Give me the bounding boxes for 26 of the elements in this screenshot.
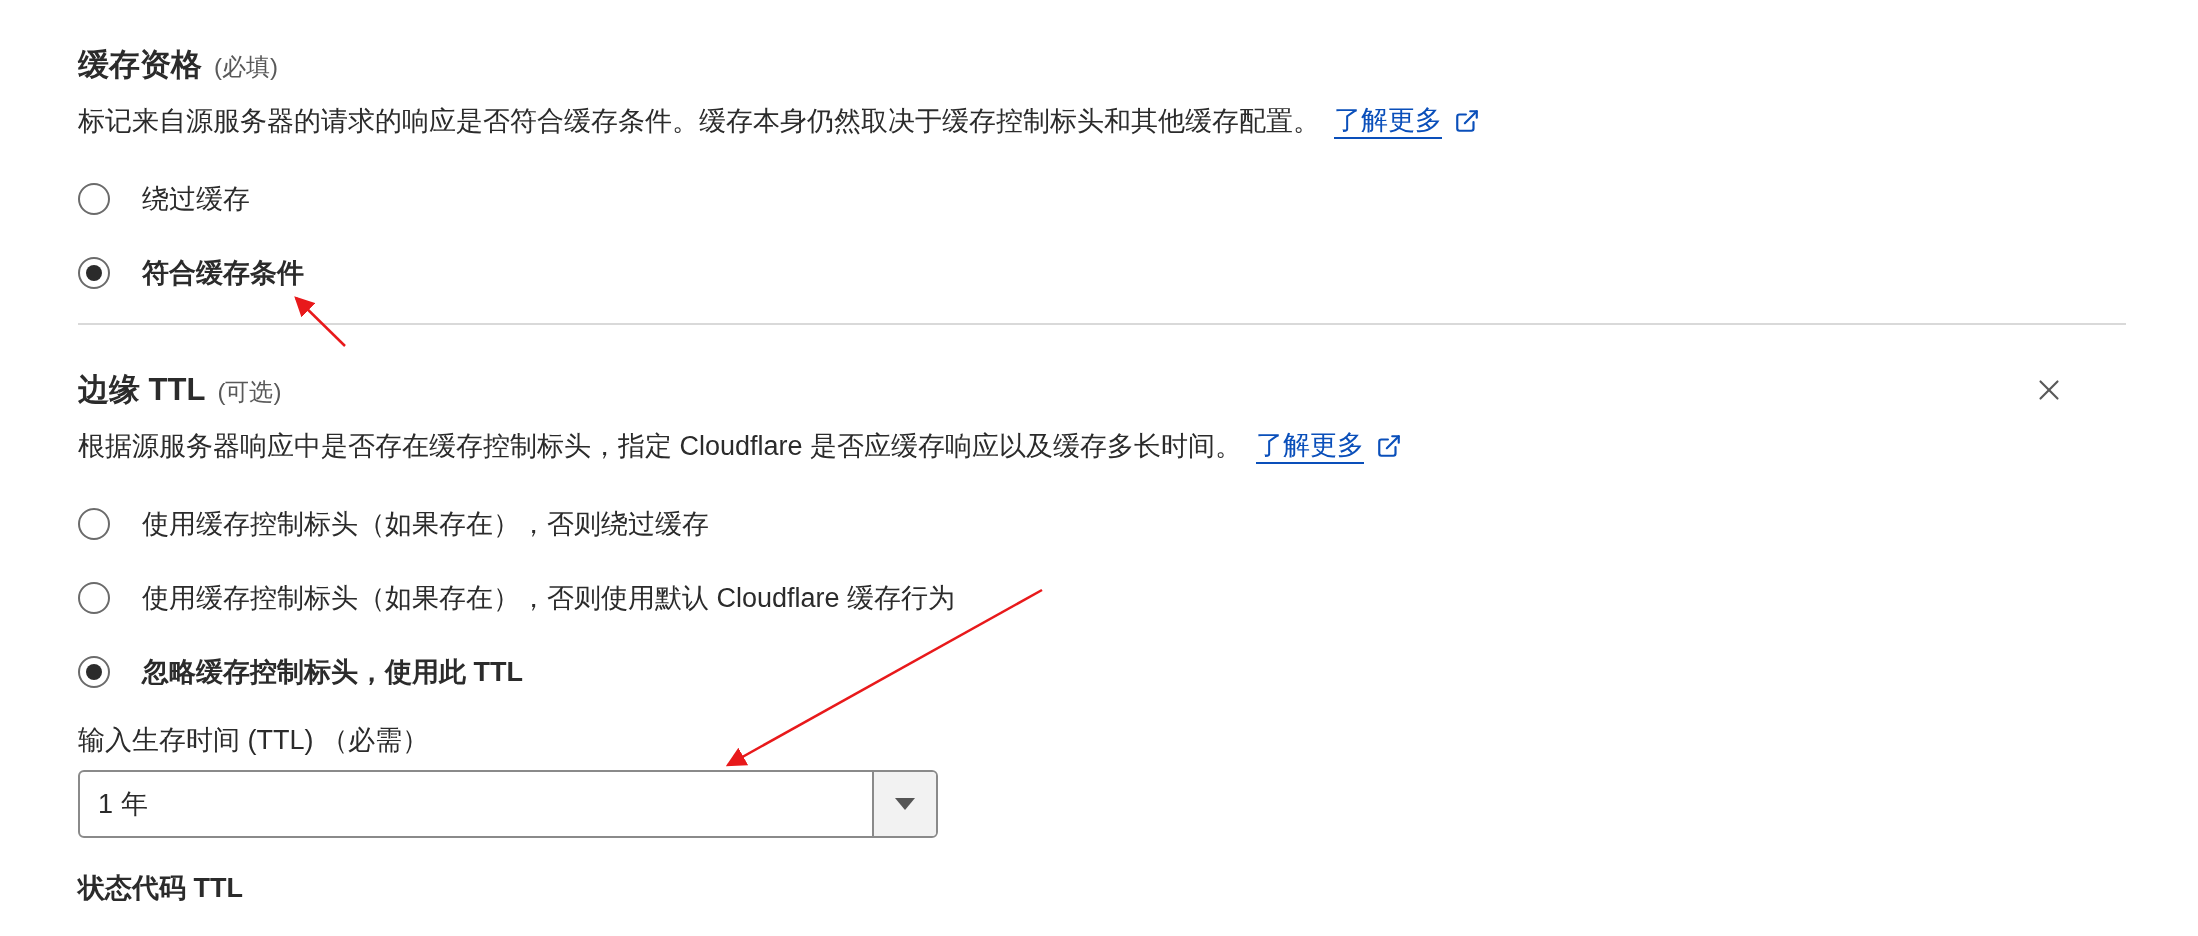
learn-more-link[interactable]: 了解更多	[1256, 428, 1365, 464]
section-description: 标记来自源服务器的请求的响应是否符合缓存条件。缓存本身仍然取决于缓存控制标头和其他缓存配置。	[78, 104, 1320, 138]
external-link-icon[interactable]	[1376, 433, 1403, 459]
dropdown-caret-icon[interactable]	[872, 772, 936, 836]
radio-label[interactable]: 忽略缓存控制标头，使用此 TTL	[142, 651, 523, 693]
learn-more-link[interactable]: 了解更多	[1334, 103, 1442, 139]
section-tag: (可选)	[217, 373, 282, 410]
radio-button[interactable]	[78, 656, 110, 688]
radio-label[interactable]: 使用缓存控制标头（如果存在），否则使用默认 Cloudflare 缓存行为	[142, 577, 956, 619]
section-description: 根据源服务器响应中是否存在缓存控制标头，指定 Cloudflare 是否应缓存响应以及缓存多长时间。	[78, 429, 1243, 463]
radio-button[interactable]	[78, 183, 110, 215]
select-value: 1 年	[97, 787, 149, 821]
status-code-title: 状态代码 TTL	[78, 872, 244, 905]
radio-label[interactable]: 绕过缓存	[142, 178, 250, 220]
radio-button[interactable]	[78, 582, 110, 614]
radio-button[interactable]	[78, 508, 110, 540]
radio-button[interactable]	[78, 257, 110, 289]
section-tag: (必填)	[214, 48, 278, 85]
radio-label[interactable]: 使用缓存控制标头（如果存在），否则绕过缓存	[142, 503, 709, 545]
radio-label[interactable]: 符合缓存条件	[142, 252, 304, 294]
section-title: 缓存资格	[78, 45, 202, 84]
section-title: 边缘 TTL	[78, 370, 206, 409]
ttl-select[interactable]: 1 年	[78, 770, 938, 838]
annotation-arrow	[294, 296, 346, 347]
external-link-icon[interactable]	[1454, 108, 1480, 134]
field-label: 输入生存时间 (TTL) （必需）	[78, 724, 430, 757]
